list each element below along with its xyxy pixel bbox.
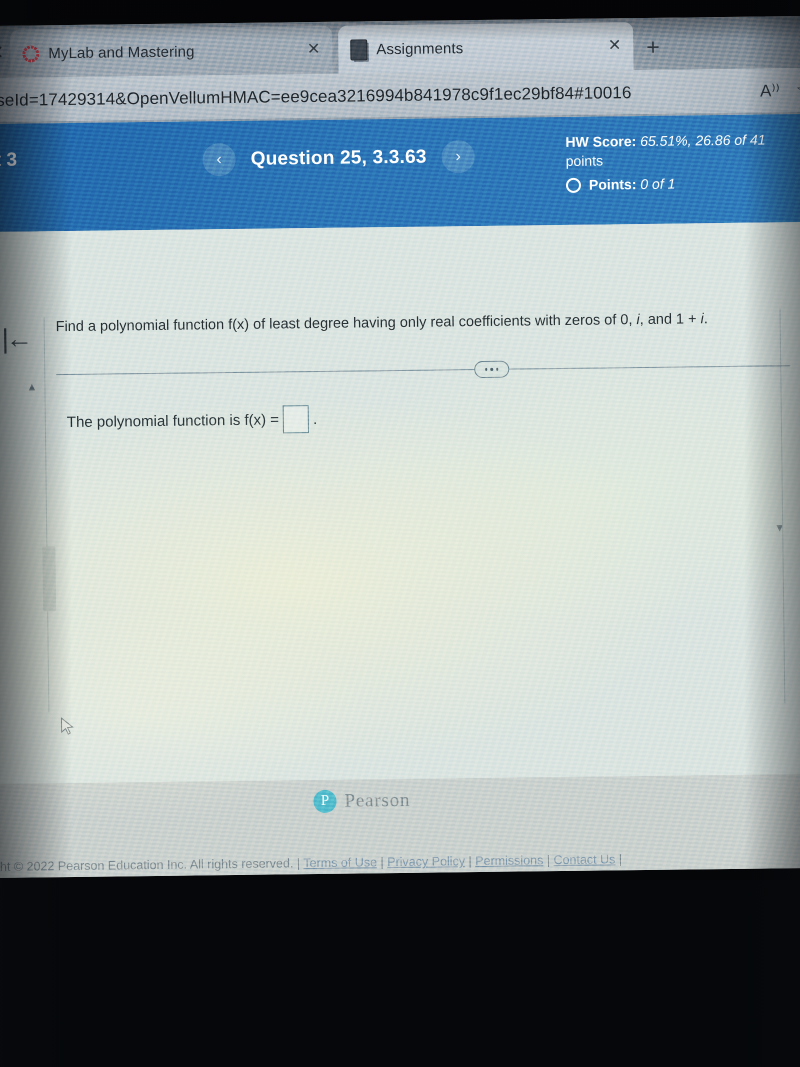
terms-of-use-link[interactable]: Terms of Use <box>303 855 377 870</box>
hw-score-row: HW Score: 65.51%, 26.86 of 41 <box>565 130 800 152</box>
hw-score-value: 65.51%, 26.86 of 41 <box>640 131 766 150</box>
scrollbar-thumb[interactable] <box>42 546 57 612</box>
scroll-down-arrow-icon[interactable]: ▼ <box>774 522 785 534</box>
tab-assignments[interactable]: Assignments ✕ <box>338 22 634 74</box>
left-rail <box>43 317 50 713</box>
photo-bottom-surround <box>0 880 800 1067</box>
next-question-button[interactable]: › <box>441 140 475 174</box>
privacy-policy-link[interactable]: Privacy Policy <box>387 854 465 869</box>
read-aloud-icon[interactable]: A⁾⁾ <box>760 81 780 101</box>
dot <box>495 368 499 371</box>
points-text: Points: 0 of 1 <box>589 175 676 195</box>
test-name-label: est 3 <box>0 149 18 172</box>
sep: | <box>296 856 301 871</box>
assignment-header: est 3 ‹ Question 25, 3.3.63 › HW Score: … <box>0 113 800 232</box>
answer-input[interactable] <box>282 405 310 434</box>
points-status-circle-icon <box>565 177 582 193</box>
right-rail <box>779 308 786 704</box>
window-close-button[interactable]: ✕ <box>0 42 4 65</box>
tab-mylab-and-mastering[interactable]: MyLab and Mastering ✕ <box>10 25 333 78</box>
pearson-mark-icon: P <box>313 789 337 814</box>
answer-row: The polynomial function is f(x) = . <box>67 405 318 436</box>
tab-close-icon[interactable]: ✕ <box>608 37 622 54</box>
contact-us-link[interactable]: Contact Us <box>553 852 615 867</box>
answer-prefix-label: The polynomial function is f(x) = <box>66 410 280 431</box>
more-options-ellipsis-button[interactable] <box>474 360 510 379</box>
omnibox-actions: A⁾⁾ ☆ <box>760 79 800 103</box>
section-divider <box>56 365 791 376</box>
pearson-wordmark: Pearson <box>344 789 411 812</box>
address-input[interactable]: urseId=17429314&OpenVellumHMAC=ee9cea321… <box>0 83 632 111</box>
score-panel: HW Score: 65.51%, 26.86 of 41 points Poi… <box>565 130 800 195</box>
mouse-cursor <box>60 717 74 737</box>
question-title: Question 25, 3.3.63 <box>250 146 427 170</box>
points-value: 0 of 1 <box>640 175 676 193</box>
sep: | <box>546 853 551 868</box>
copyright-line: ight © 2022 Pearson Education Inc. All r… <box>0 852 622 874</box>
prompt-text-b: , and 1 + <box>639 311 701 329</box>
page-footer: P Pearson ight © 2022 Pearson Education … <box>0 773 800 878</box>
permissions-link[interactable]: Permissions <box>475 853 543 868</box>
previous-question-button[interactable]: ‹ <box>202 142 236 177</box>
monitor-screen: ✕ MyLab and Mastering ✕ Assignments ✕ + … <box>0 15 800 878</box>
sep: | <box>380 855 384 870</box>
hw-score-unit: points <box>565 152 604 169</box>
question-prompt: Find a polynomial function f(x) of least… <box>56 308 786 337</box>
dot <box>484 368 488 371</box>
points-row: Points: 0 of 1 <box>565 173 800 195</box>
tab-label: MyLab and Mastering <box>48 42 195 62</box>
points-label: Points: <box>588 176 637 193</box>
new-tab-button[interactable]: + <box>646 34 660 60</box>
sep: | <box>618 852 623 867</box>
prompt-text-c: . <box>703 311 708 328</box>
sep: | <box>468 854 472 869</box>
pearson-logo: P Pearson <box>313 789 411 814</box>
hw-score-label: HW Score: <box>565 133 637 150</box>
photographed-screen: ✕ MyLab and Mastering ✕ Assignments ✕ + … <box>0 0 800 1067</box>
question-sheet: |← ▲ ▼ Find a polynomial function f(x) o… <box>0 221 800 812</box>
tab-label: Assignments <box>376 39 464 58</box>
question-navigator: ‹ Question 25, 3.3.63 › <box>202 140 475 177</box>
favorites-star-icon[interactable]: ☆ <box>796 79 800 102</box>
mylab-ring-icon <box>22 44 40 63</box>
prompt-text-a: Find a polynomial function f(x) of least… <box>55 312 637 336</box>
scroll-up-arrow-icon[interactable]: ▲ <box>26 381 37 393</box>
dot <box>490 368 493 371</box>
answer-suffix-label: . <box>312 410 318 428</box>
tab-close-icon[interactable]: ✕ <box>307 41 321 58</box>
back-to-first-icon[interactable]: |← <box>2 323 30 354</box>
copyright-text: ight © 2022 Pearson Education Inc. All r… <box>0 856 294 875</box>
document-icon <box>350 38 368 61</box>
